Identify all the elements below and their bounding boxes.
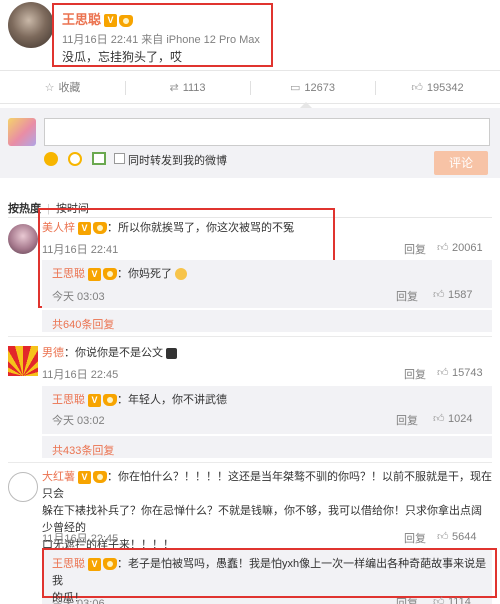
- reply-author-name[interactable]: 王思聪: [52, 558, 85, 570]
- like-button[interactable]: 👍︎ 195342: [375, 71, 500, 105]
- reply-reply-button[interactable]: 回复: [396, 595, 418, 604]
- comment-like-count: 15743: [452, 367, 483, 379]
- reply-like-button[interactable]: 👍︎ 1024: [433, 412, 472, 425]
- verified-icon: V: [104, 14, 118, 28]
- emoji-icon: [166, 347, 177, 359]
- reply-button[interactable]: 回复: [404, 530, 426, 546]
- also-repost-label: 同时转发到我的微博: [128, 155, 227, 167]
- divider: [8, 462, 492, 463]
- thumbs-up-icon: 👍︎: [437, 242, 449, 254]
- emoji-icon[interactable]: [44, 152, 58, 166]
- verified-icon: V: [88, 393, 101, 407]
- repost-button[interactable]: ⇄ 1113: [125, 71, 250, 105]
- verified-icon: V: [78, 221, 91, 235]
- comment-icon: ▭: [290, 82, 301, 94]
- post-author-name[interactable]: 王思聪 V: [62, 9, 134, 28]
- comment-input[interactable]: [44, 118, 490, 146]
- post-action-bar: ☆ 收藏 ⇄ 1113 ▭ 12673 👍︎ 195342: [0, 70, 500, 104]
- comment-time: 11月16日 22:45: [42, 369, 119, 381]
- reply-text: ：年轻人，你不讲武德: [117, 394, 227, 406]
- verified-icon: V: [78, 470, 91, 484]
- post-meta: 11月16日 22:41 来自 iPhone 12 Pro Max: [62, 34, 260, 46]
- commenter-avatar[interactable]: [8, 224, 38, 254]
- star-icon: ☆: [44, 82, 55, 94]
- favorite-button[interactable]: ☆ 收藏: [0, 71, 125, 105]
- commenter-name[interactable]: 男德: [42, 347, 64, 359]
- submit-comment-button[interactable]: 评论: [434, 151, 488, 175]
- comment-like-button[interactable]: 👍︎ 20061: [437, 241, 483, 254]
- reply-text: ：你妈死了: [117, 268, 172, 280]
- reply-reply-button[interactable]: 回复: [396, 412, 418, 428]
- more-replies-link[interactable]: 共433条回复: [52, 442, 114, 458]
- comment-like-count: 5644: [452, 531, 477, 543]
- vip-crown-icon: [93, 222, 107, 235]
- vip-crown-icon: [119, 14, 134, 27]
- more-replies-link[interactable]: 共640条回复: [52, 316, 114, 332]
- image-icon[interactable]: [92, 152, 106, 165]
- thumbs-up-icon: 👍︎: [411, 82, 423, 94]
- commenter-avatar[interactable]: [8, 346, 38, 376]
- reply-button[interactable]: 回复: [404, 241, 426, 257]
- comment-like-button[interactable]: 👍︎ 15743: [437, 366, 483, 379]
- reply-like-count: 1024: [448, 413, 473, 425]
- vip-crown-icon: [103, 268, 117, 281]
- comment-time: 11月16日 22:45: [42, 533, 119, 545]
- my-avatar: [8, 118, 36, 146]
- reply-body: 王思聪 V ：老子是怕被骂吗，愚蠢！我是怕yxh像上一次一样编出各种奇葩故事来说是我…: [52, 556, 488, 604]
- comment-like-count: 20061: [452, 242, 483, 254]
- also-repost-checkbox[interactable]: [114, 153, 125, 164]
- post-text: 没瓜，忘挂狗头了，哎: [62, 50, 183, 64]
- reply-author-name[interactable]: 王思聪: [52, 268, 85, 280]
- vip-crown-icon: [103, 558, 117, 571]
- divider: [8, 336, 492, 337]
- reply-text-line: 的瓜！: [52, 592, 85, 604]
- commenter-name[interactable]: 美人梓: [42, 222, 75, 234]
- thumbs-up-icon: 👍︎: [433, 596, 445, 604]
- reply-text-line: ：老子是怕被骂吗，愚蠢！我是怕yxh像上一次一样编出各种奇葩故事来说是我: [52, 558, 487, 587]
- comment-text: ：所以你就挨骂了，你这次被骂的不冤: [107, 222, 294, 234]
- verified-icon: V: [88, 267, 101, 281]
- comment-text: ：你说你是不是公文: [64, 347, 163, 359]
- comment-like-button[interactable]: 👍︎ 5644: [437, 530, 476, 543]
- post-author-name-text[interactable]: 王思聪: [62, 12, 101, 27]
- commenter-name[interactable]: 大红薯: [42, 471, 75, 483]
- comment-count: 12673: [304, 82, 335, 94]
- thumbs-up-icon: 👍︎: [433, 289, 445, 301]
- reply-author-name[interactable]: 王思聪: [52, 394, 85, 406]
- comment-body: 男德：你说你是不是公文: [42, 345, 177, 362]
- like-count: 195342: [426, 82, 464, 94]
- thumbs-up-icon: 👍︎: [437, 531, 449, 543]
- favorite-label: 收藏: [58, 82, 81, 94]
- reply-body: 王思聪 V ：你妈死了: [52, 266, 187, 283]
- post-author-avatar[interactable]: [8, 2, 54, 48]
- reply-like-button[interactable]: 👍︎ 1587: [433, 288, 472, 301]
- reply-body: 王思聪 V ：年轻人，你不讲武德: [52, 392, 227, 409]
- reply-time: 今天 03:03: [52, 291, 105, 303]
- reply-like-count: 1587: [448, 289, 473, 301]
- thumbs-up-icon: 👍︎: [437, 367, 449, 379]
- commenter-avatar[interactable]: [8, 472, 38, 502]
- vip-crown-icon: [93, 471, 107, 484]
- sort-hot-tab[interactable]: 按热度: [8, 203, 41, 215]
- repost-icon: ⇄: [169, 82, 179, 94]
- reply-button[interactable]: 回复: [404, 366, 426, 382]
- comment-time: 11月16日 22:41: [42, 244, 119, 256]
- vip-crown-icon: [103, 394, 117, 407]
- reply-reply-button[interactable]: 回复: [396, 288, 418, 304]
- verified-icon: V: [88, 557, 101, 571]
- comment-button[interactable]: ▭ 12673: [250, 71, 375, 105]
- sticker-icon[interactable]: [68, 152, 82, 166]
- comment-body: 美人梓 V ：所以你就挨骂了，你这次被骂的不冤: [42, 220, 294, 237]
- reply-time: 今天 03:02: [52, 415, 105, 427]
- reply-like-count: 1114: [448, 596, 471, 604]
- reply-like-button[interactable]: 👍︎ 1114: [433, 595, 471, 604]
- reply-time: 今天 03:06: [52, 598, 105, 604]
- comment-text-line: ：你在怕什么？！！！！这还是当年桀骜不驯的你吗？！以前不服就是干，现在只会: [42, 471, 492, 500]
- emoji-face-icon: [175, 268, 187, 281]
- repost-count: 1113: [182, 82, 206, 94]
- thumbs-up-icon: 👍︎: [433, 413, 445, 425]
